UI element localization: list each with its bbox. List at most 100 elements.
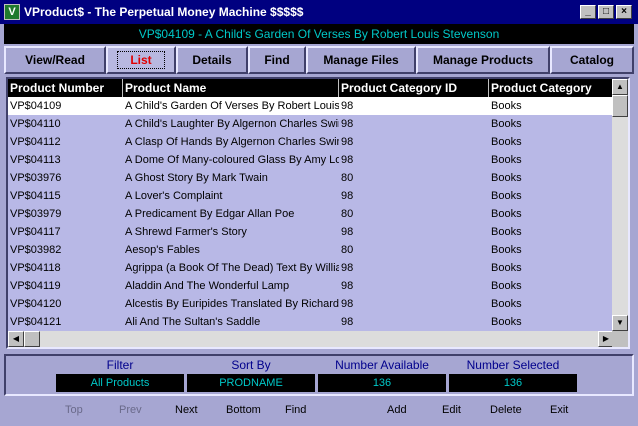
- horizontal-scroll-thumb[interactable]: [24, 331, 40, 347]
- cell-product-category-id: 98: [341, 190, 354, 202]
- column-header-product-number[interactable]: Product Number: [8, 79, 123, 97]
- cell-product-category-id: 80: [341, 208, 354, 220]
- minimize-button[interactable]: _: [580, 5, 596, 19]
- grid-header-row: Product Number Product Name Product Cate…: [8, 79, 614, 97]
- sort-value[interactable]: PRODNAME: [187, 374, 315, 392]
- table-row[interactable]: VP$03976 A Ghost Story By Mark Twain 80 Boo…: [8, 169, 614, 187]
- cell-product-number: VP$04110: [10, 118, 61, 130]
- tab-view-read[interactable]: View/Read: [4, 46, 106, 74]
- cell-product-name: A Dome Of Many-coloured Glass By Amy Low…: [125, 154, 339, 166]
- tab-manage-products[interactable]: Manage Products: [416, 46, 550, 74]
- available-value: 136: [318, 374, 446, 392]
- cell-product-category-id: 98: [341, 316, 354, 328]
- tab-label: Catalog: [569, 53, 614, 67]
- table-row[interactable]: VP$04121 Ali And The Sultan's Saddle 98 Boo…: [8, 313, 614, 331]
- cell-product-name: A Ghost Story By Mark Twain: [125, 172, 268, 184]
- selected-value: 136: [449, 374, 577, 392]
- column-header-product-category[interactable]: Product Category: [489, 79, 614, 97]
- vertical-scroll-thumb[interactable]: [612, 95, 628, 117]
- cell-product-category-id: 98: [341, 280, 354, 292]
- vertical-scrollbar[interactable]: ▲ ▼: [612, 79, 628, 331]
- table-row[interactable]: VP$04115 A Lover's Complaint 98 Books: [8, 187, 614, 205]
- cell-product-category: Books: [491, 136, 522, 148]
- arrow-up-icon: ▲: [616, 82, 624, 91]
- top-button[interactable]: Top: [65, 404, 83, 416]
- filter-value[interactable]: All Products: [56, 374, 184, 392]
- tab-find[interactable]: Find: [248, 46, 306, 74]
- edit-button[interactable]: Edit: [442, 404, 461, 416]
- filter-label: Filter: [106, 358, 134, 372]
- selected-status: Number Selected 136: [449, 358, 577, 392]
- tab-manage-files[interactable]: Manage Files: [306, 46, 416, 74]
- cell-product-category-id: 98: [341, 154, 354, 166]
- grid-body: Product Number Product Name Product Cate…: [8, 79, 614, 331]
- tab-list[interactable]: List: [106, 46, 176, 74]
- sort-label: Sort By: [231, 358, 271, 372]
- cell-product-category: Books: [491, 208, 522, 220]
- cell-product-category-id: 98: [341, 136, 354, 148]
- scroll-down-button[interactable]: ▼: [612, 315, 628, 331]
- scroll-up-button[interactable]: ▲: [612, 79, 628, 95]
- cell-product-name: A Child's Garden Of Verses By Robert Lou…: [125, 100, 339, 112]
- add-button[interactable]: Add: [387, 404, 407, 416]
- table-row[interactable]: VP$04120 Alcestis By Euripides Translated…: [8, 295, 614, 313]
- bottom-button[interactable]: Bottom: [226, 404, 261, 416]
- table-row[interactable]: VP$04117 A Shrewd Farmer's Story 98 Books: [8, 223, 614, 241]
- cell-product-category: Books: [491, 118, 522, 130]
- status-panel: Filter All Products Sort By PRODNAME Num…: [4, 354, 634, 396]
- cell-product-category-id: 98: [341, 118, 354, 130]
- title-bar: V VProduct$ - The Perpetual Money Machin…: [0, 0, 638, 24]
- cell-product-category: Books: [491, 172, 522, 184]
- table-row[interactable]: VP$04109 A Child's Garden Of Verses By Ro…: [8, 97, 614, 115]
- cell-product-name: A Shrewd Farmer's Story: [125, 226, 247, 238]
- delete-button[interactable]: Delete: [490, 404, 522, 416]
- cell-product-number: VP$04117: [10, 226, 61, 238]
- maximize-icon: □: [602, 6, 610, 17]
- tab-label: List: [117, 51, 165, 69]
- exit-button[interactable]: Exit: [550, 404, 568, 416]
- close-button[interactable]: ×: [616, 5, 632, 19]
- maximize-button[interactable]: □: [598, 5, 614, 19]
- cell-product-category-id: 80: [341, 244, 354, 256]
- tab-details[interactable]: Details: [176, 46, 248, 74]
- cell-product-number: VP$04120: [10, 298, 62, 310]
- horizontal-scrollbar[interactable]: ◀ ▶: [8, 331, 614, 347]
- sort-status: Sort By PRODNAME: [187, 358, 315, 392]
- table-row[interactable]: VP$03982 Aesop's Fables 80 Books: [8, 241, 614, 259]
- arrow-left-icon: ◀: [12, 334, 20, 343]
- record-navigation-bar: Top Prev Next Bottom Find Add Edit Delet…: [4, 400, 634, 422]
- minimize-icon: _: [585, 6, 591, 17]
- table-row[interactable]: VP$04112 A Clasp Of Hands By Algernon Cha…: [8, 133, 614, 151]
- table-row[interactable]: VP$03979 A Predicament By Edgar Allan Poe…: [8, 205, 614, 223]
- find-button[interactable]: Find: [285, 404, 306, 416]
- scroll-left-button[interactable]: ◀: [8, 331, 24, 347]
- current-record-header: VP$04109 - A Child's Garden Of Verses By…: [4, 24, 634, 44]
- cell-product-name: Agrippa (a Book Of The Dead) Text By Wil…: [125, 262, 339, 274]
- cell-product-category: Books: [491, 226, 522, 238]
- cell-product-number: VP$04121: [10, 316, 62, 328]
- cell-product-number: VP$04115: [10, 190, 61, 202]
- cell-product-category: Books: [491, 280, 522, 292]
- cell-product-category: Books: [491, 100, 522, 112]
- product-list-grid[interactable]: Product Number Product Name Product Cate…: [6, 77, 630, 349]
- column-header-product-name[interactable]: Product Name: [123, 79, 339, 97]
- filter-status: Filter All Products: [56, 358, 184, 392]
- table-row[interactable]: VP$04110 A Child's Laughter By Algernon C…: [8, 115, 614, 133]
- table-row[interactable]: VP$04119 Aladdin And The Wonderful Lamp 98…: [8, 277, 614, 295]
- cell-product-number: VP$04112: [10, 136, 61, 148]
- column-header-product-category-id[interactable]: Product Category ID: [339, 79, 489, 97]
- table-row[interactable]: VP$04118 Agrippa (a Book Of The Dead) Tex…: [8, 259, 614, 277]
- cell-product-category: Books: [491, 262, 522, 274]
- cell-product-category-id: 98: [341, 100, 354, 112]
- cell-product-name: Ali And The Sultan's Saddle: [125, 316, 261, 328]
- prev-button[interactable]: Prev: [119, 404, 142, 416]
- tab-label: Manage Products: [432, 53, 534, 67]
- cell-product-category: Books: [491, 244, 522, 256]
- cell-product-number: VP$03982: [10, 244, 62, 256]
- table-row[interactable]: VP$04113 A Dome Of Many-coloured Glass By…: [8, 151, 614, 169]
- cell-product-category: Books: [491, 154, 522, 166]
- next-button[interactable]: Next: [175, 404, 198, 416]
- app-icon[interactable]: V: [4, 4, 20, 20]
- tab-catalog[interactable]: Catalog: [550, 46, 634, 74]
- cell-product-category: Books: [491, 298, 522, 310]
